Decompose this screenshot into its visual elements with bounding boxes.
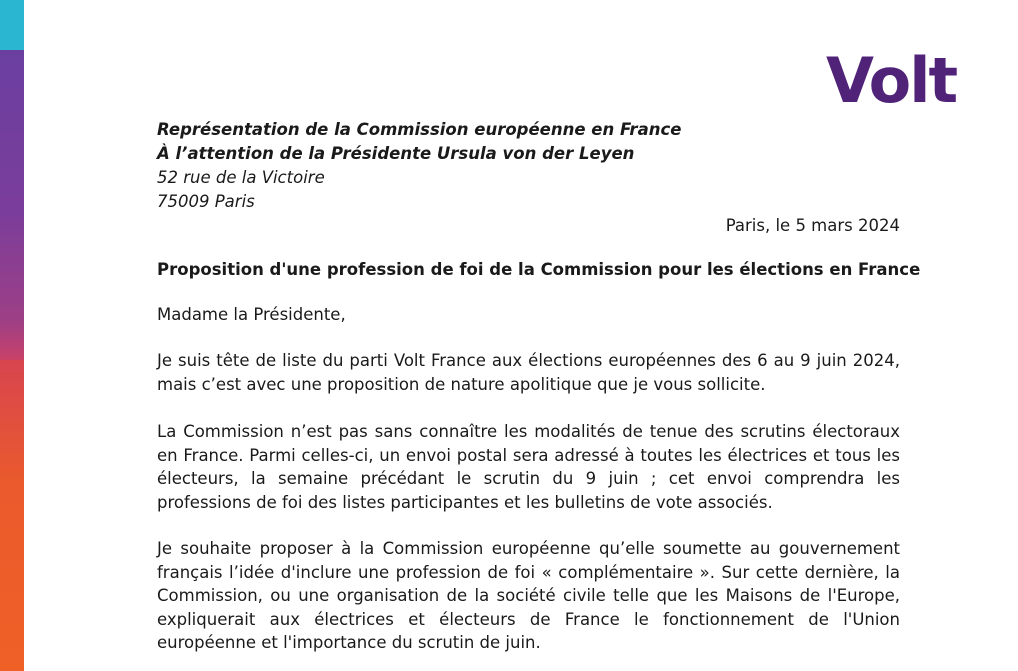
body-paragraph: La Commission n’est pas sans connaître l…	[157, 422, 900, 512]
letter-subject: Proposition d'une profession de foi de l…	[157, 260, 921, 279]
stripe-segment-blue	[0, 0, 24, 50]
salutation: Madame la Présidente,	[157, 305, 346, 324]
recipient-line-1: Représentation de la Commission européen…	[157, 120, 682, 139]
recipient-street: 52 rue de la Victoire	[157, 168, 325, 187]
volt-logo: Volt	[826, 44, 958, 117]
recipient-city: 75009 Paris	[157, 192, 255, 211]
letter-date: Paris, le 5 mars 2024	[725, 216, 900, 235]
letter-page: Volt Représentation de la Commission eur…	[0, 0, 1018, 671]
stripe-segment-orange	[0, 360, 24, 671]
recipient-line-2: À l’attention de la Présidente Ursula vo…	[157, 144, 635, 163]
brand-color-stripe	[0, 0, 24, 671]
body-paragraph: Je souhaite proposer à la Commission eur…	[157, 539, 900, 652]
body-paragraph: Je suis tête de liste du parti Volt Fran…	[157, 351, 900, 394]
stripe-segment-purple	[0, 50, 24, 320]
stripe-segment-magenta	[0, 320, 24, 360]
recipient-address: Représentation de la Commission européen…	[157, 118, 681, 214]
